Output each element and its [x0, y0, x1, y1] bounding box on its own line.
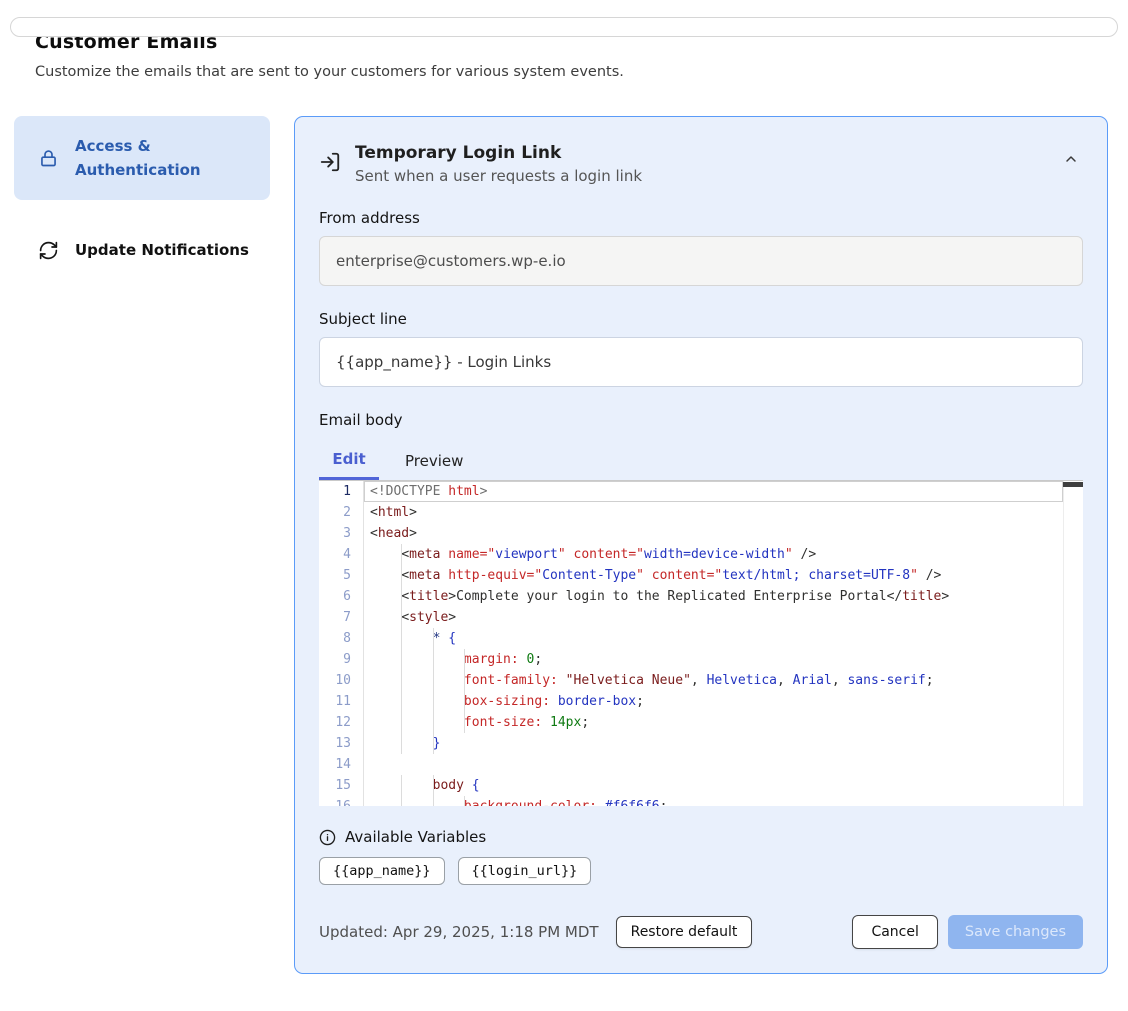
line-number: 5: [319, 565, 364, 586]
email-body-label: Email body: [319, 411, 1083, 429]
code-line-content: <!DOCTYPE html>: [364, 481, 1063, 502]
card-title: Temporary Login Link: [355, 143, 1045, 163]
code-line-content: font-family: "Helvetica Neue", Helvetica…: [364, 670, 1083, 691]
tab-edit[interactable]: Edit: [319, 441, 379, 480]
card-subtitle: Sent when a user requests a login link: [355, 167, 1045, 185]
updated-timestamp: Updated: Apr 29, 2025, 1:18 PM MDT: [319, 923, 599, 941]
editor-scrollbar-thumb[interactable]: [1063, 482, 1083, 487]
line-number: 3: [319, 523, 364, 544]
code-line: 14: [319, 754, 1083, 775]
line-number: 6: [319, 586, 364, 607]
save-changes-button[interactable]: Save changes: [948, 915, 1083, 949]
line-number: 12: [319, 712, 364, 733]
code-line-content: <meta http-equiv="Content-Type" content=…: [364, 565, 1083, 586]
code-line: 16 background-color: #f6f6f6;: [319, 796, 1083, 806]
variable-chip-login-url[interactable]: {{login_url}}: [458, 857, 592, 885]
from-address-label: From address: [319, 209, 1083, 227]
line-number: 1: [319, 481, 364, 502]
variable-chip-app-name[interactable]: {{app_name}}: [319, 857, 445, 885]
tab-preview[interactable]: Preview: [389, 441, 479, 480]
editor-scrollbar-track[interactable]: [1063, 481, 1083, 806]
code-line: 5 <meta http-equiv="Content-Type" conten…: [319, 565, 1083, 586]
line-number: 4: [319, 544, 364, 565]
page-subtitle: Customize the emails that are sent to yo…: [35, 64, 1093, 80]
line-number: 8: [319, 628, 364, 649]
line-number: 9: [319, 649, 364, 670]
code-line-content: font-size: 14px;: [364, 712, 1083, 733]
line-number: 2: [319, 502, 364, 523]
sidebar-item-update-notifications[interactable]: Update Notifications: [14, 224, 270, 276]
subject-line-label: Subject line: [319, 310, 1083, 328]
code-line: 6 <title>Complete your login to the Repl…: [319, 586, 1083, 607]
line-number: 15: [319, 775, 364, 796]
code-line: 10 font-family: "Helvetica Neue", Helvet…: [319, 670, 1083, 691]
chevron-up-icon: [1063, 151, 1079, 167]
code-line: 3<head>: [319, 523, 1083, 544]
collapse-button[interactable]: [1059, 147, 1083, 171]
sidebar-item-access-authentication[interactable]: Access & Authentication: [14, 116, 270, 200]
code-line: 15 body {: [319, 775, 1083, 796]
restore-default-button[interactable]: Restore default: [616, 916, 753, 948]
code-line-content: <html>: [364, 502, 1083, 523]
code-line: 4 <meta name="viewport" content="width=d…: [319, 544, 1083, 565]
code-line-content: <meta name="viewport" content="width=dev…: [364, 544, 1083, 565]
refresh-icon: [38, 240, 59, 261]
code-line: 8 * {: [319, 628, 1083, 649]
code-line-content: <title>Complete your login to the Replic…: [364, 586, 1083, 607]
code-line-content: * {: [364, 628, 1083, 649]
line-number: 7: [319, 607, 364, 628]
editor-tabs: Edit Preview: [319, 441, 1083, 480]
subject-line-input[interactable]: [319, 337, 1083, 387]
code-line-content: <head>: [364, 523, 1083, 544]
code-line-content: }: [364, 733, 1083, 754]
previous-card-bottom-edge: [10, 17, 1118, 37]
sidebar-item-label: Access & Authentication: [75, 134, 254, 182]
settings-sidebar: Access & Authentication Update Notificat…: [14, 116, 270, 276]
info-icon: [319, 829, 336, 846]
available-variables-label: Available Variables: [345, 828, 486, 846]
line-number: 13: [319, 733, 364, 754]
code-line: 1<!DOCTYPE html>: [319, 481, 1083, 502]
code-line-content: [364, 754, 1083, 775]
code-line: 2<html>: [319, 502, 1083, 523]
line-number: 10: [319, 670, 364, 691]
email-template-card: Temporary Login Link Sent when a user re…: [294, 116, 1108, 974]
log-in-icon: [319, 151, 341, 173]
line-number: 14: [319, 754, 364, 775]
code-line: 13 }: [319, 733, 1083, 754]
from-address-input[interactable]: [319, 236, 1083, 286]
sidebar-item-label: Update Notifications: [75, 238, 249, 262]
code-line-content: body {: [364, 775, 1083, 796]
code-line: 11 box-sizing: border-box;: [319, 691, 1083, 712]
code-line-content: margin: 0;: [364, 649, 1083, 670]
code-line: 9 margin: 0;: [319, 649, 1083, 670]
code-line: 12 font-size: 14px;: [319, 712, 1083, 733]
code-line-content: box-sizing: border-box;: [364, 691, 1083, 712]
cancel-button[interactable]: Cancel: [852, 915, 937, 949]
line-number: 16: [319, 796, 364, 806]
code-line-content: <style>: [364, 607, 1083, 628]
line-number: 11: [319, 691, 364, 712]
code-line-content: background-color: #f6f6f6;: [364, 796, 1083, 806]
lock-icon: [38, 148, 59, 169]
code-line: 7 <style>: [319, 607, 1083, 628]
code-editor[interactable]: 1<!DOCTYPE html>2<html>3<head>4 <meta na…: [319, 480, 1083, 806]
